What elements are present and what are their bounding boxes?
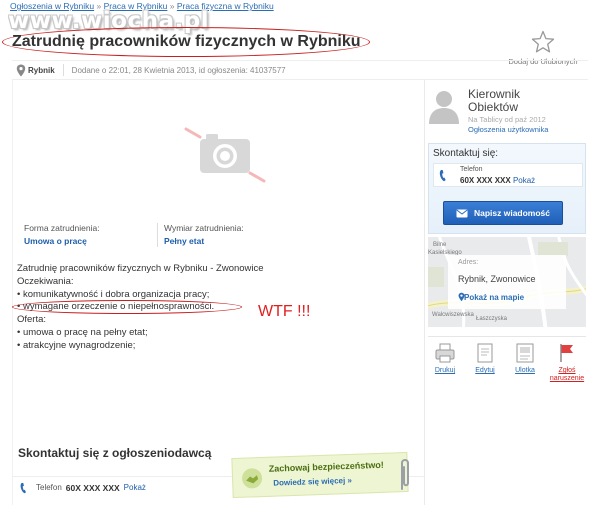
- map-place-label: Walcwiszewska: [432, 312, 474, 318]
- map-address-label: Adres:: [458, 259, 479, 266]
- map-place-label: Bilne: [433, 242, 447, 248]
- description-line: • atrakcyjne wynagrodzenie;: [17, 339, 136, 351]
- contact-box-phone: Telefon 60X XXX XXX Pokaż: [433, 163, 583, 187]
- safety-notice: Zachowaj bezpieczeństwo! Dowiedz się wię…: [231, 451, 409, 499]
- description-line: Zatrudnię pracowników fizycznych w Rybni…: [17, 263, 264, 274]
- safety-title: Zachowaj bezpieczeństwo!: [268, 459, 384, 474]
- ad-meta-bar: Rybnik Dodane o 22:01, 28 Kwietnia 2013,…: [12, 60, 588, 80]
- param-working-time: Wymiar zatrudnienia: Pełny etat: [157, 223, 290, 247]
- bottom-show-phone-link[interactable]: Pokaż: [124, 483, 146, 492]
- contact-show-phone-link[interactable]: Pokaż: [513, 176, 535, 185]
- requirement-annotation-ellipse: [12, 300, 242, 314]
- bottom-phone-label: Telefon: [36, 483, 62, 492]
- map-city: Rybnik, Zwonowice: [458, 274, 536, 284]
- ad-city: Rybnik: [28, 65, 55, 75]
- location-map[interactable]: Bilne Kasielskiego Walcwiszewska Łaszczy…: [428, 237, 586, 327]
- ad-meta-info: Dodane o 22:01, 28 Kwietnia 2013, id ogł…: [71, 65, 286, 75]
- printer-icon: [435, 343, 455, 363]
- handshake-icon: [242, 468, 263, 489]
- print-button[interactable]: Drukuj: [428, 342, 462, 375]
- edit-icon: [477, 343, 493, 363]
- contact-box-title: Skontaktuj się:: [433, 148, 499, 159]
- bottom-phone-number: 60X XXX XXX: [65, 482, 120, 493]
- description-line: • komunikatywność i dobra organizacja pr…: [17, 288, 210, 300]
- flyer-button[interactable]: Ulotka: [508, 342, 542, 375]
- contact-box: Skontaktuj się: Telefon 60X XXX XXX Poka…: [428, 143, 586, 234]
- page-title: Zatrudnię pracowników fizycznych w Rybni…: [12, 33, 361, 50]
- show-on-map-link[interactable]: Pokaż na mapie: [464, 293, 524, 302]
- contact-advertiser-heading: Skontaktuj się z ogłoszeniodawcą: [18, 446, 212, 460]
- flyer-icon: [516, 343, 534, 363]
- edit-button[interactable]: Edytuj: [468, 342, 502, 375]
- paperclip-icon: [401, 459, 409, 490]
- advertiser-ads-link[interactable]: Ogłoszenia użytkownika: [468, 125, 548, 134]
- contact-phone-number: 60X XXX XXX: [460, 176, 511, 185]
- send-message-label: Napisz wiadomość: [473, 208, 551, 218]
- param-working-time-value[interactable]: Pełny etat: [164, 236, 284, 246]
- description-line: Oczekiwania:: [17, 275, 74, 287]
- location-pin-icon: [16, 64, 26, 76]
- param-employment-form: Forma zatrudnienia: Umowa o pracę: [24, 223, 157, 247]
- safety-learn-more-link[interactable]: Dowiedz się więcej »: [273, 476, 352, 488]
- param-employment-form-value[interactable]: Umowa o pracę: [24, 236, 151, 246]
- description-line: • umowa o pracę na pełny etat;: [17, 326, 148, 338]
- star-icon: [531, 30, 555, 53]
- envelope-icon: [456, 209, 468, 217]
- description-line: Oferta:: [17, 314, 47, 326]
- flag-icon: [560, 344, 573, 362]
- ad-actions: Drukuj Edytuj Ulotka Zgłoś naruszenie: [428, 336, 586, 386]
- advertiser-name: Kierownik Obiektów: [468, 87, 521, 114]
- phone-icon: [20, 482, 26, 493]
- report-abuse-button[interactable]: Zgłoś naruszenie: [548, 342, 586, 383]
- phone-icon: [439, 169, 446, 182]
- no-photo-camera-icon: [184, 127, 266, 183]
- advertiser-since: Na Tablicy od paź 2012: [468, 115, 546, 124]
- avatar: [429, 91, 459, 124]
- map-place-label: Łaszczyska: [476, 316, 508, 322]
- contact-phone-label: Telefon: [460, 166, 483, 173]
- send-message-button[interactable]: Napisz wiadomość: [443, 201, 563, 225]
- wtf-annotation: WTF !!!: [258, 303, 311, 320]
- job-params: Forma zatrudnienia: Umowa o pracę Wymiar…: [24, 223, 414, 247]
